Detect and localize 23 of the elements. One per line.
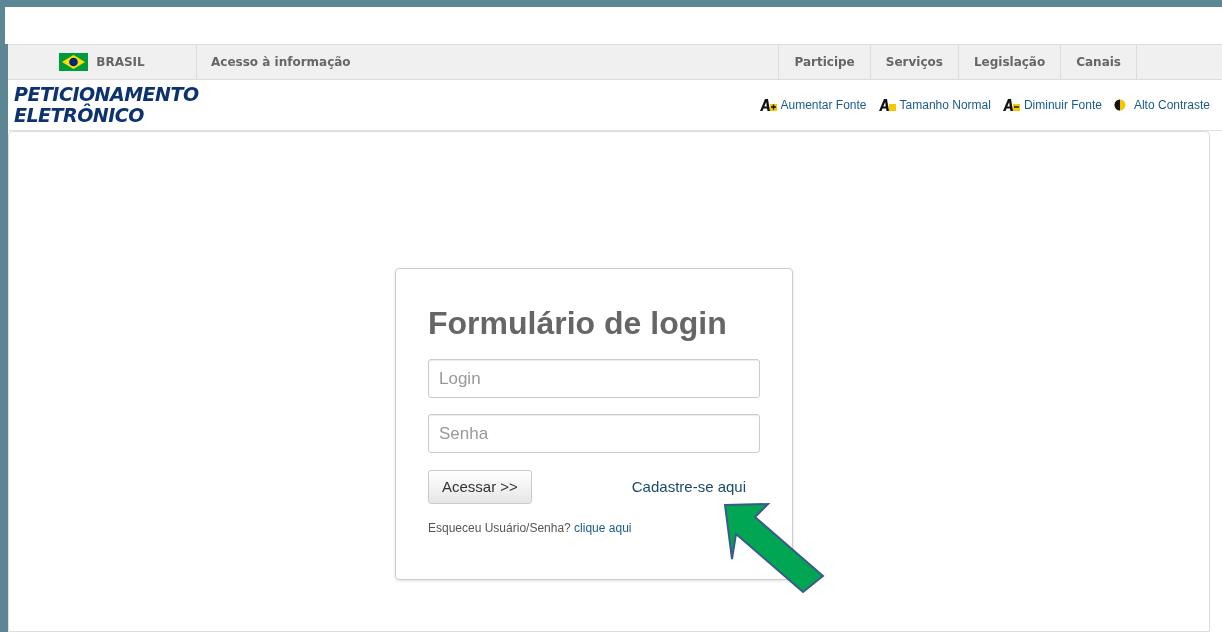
flag-icon <box>59 53 89 71</box>
gov-nav-link[interactable]: Serviços <box>869 45 958 79</box>
accessibility-link[interactable]: Diminuir Fonte <box>1023 96 1102 114</box>
form-title: Formulário de login <box>428 304 728 343</box>
forgot-password-link[interactable]: clique aqui <box>574 521 632 535</box>
contrast-icon <box>1113 99 1126 111</box>
text-field[interactable]: Login <box>428 359 760 398</box>
text-field[interactable]: Senha <box>428 414 760 453</box>
submit-button[interactable]: Acessar >> <box>428 470 532 504</box>
gov-nav-link[interactable]: Canais <box>1060 45 1136 79</box>
site-logo[interactable]: PETICIONAMENTO ELETRÔNICO <box>14 84 199 126</box>
register-link[interactable]: Cadastre-se aqui <box>631 475 746 499</box>
country-link[interactable]: BRASIL <box>96 53 145 71</box>
font-increase-icon <box>759 99 778 111</box>
gov-link[interactable]: Acesso à informação <box>197 45 365 79</box>
gov-nav-link[interactable]: Legislação <box>957 45 1061 79</box>
accessibility-link[interactable]: Alto Contraste <box>1133 96 1210 114</box>
arrow-icon <box>722 502 826 594</box>
font-normal-icon <box>878 99 897 111</box>
accessibility-link[interactable]: Tamanho Normal <box>899 96 991 114</box>
font-decrease-icon <box>1002 99 1021 111</box>
accessibility-link[interactable]: Aumentar Fonte <box>780 96 867 114</box>
gov-nav-link[interactable]: Participe <box>778 45 870 79</box>
